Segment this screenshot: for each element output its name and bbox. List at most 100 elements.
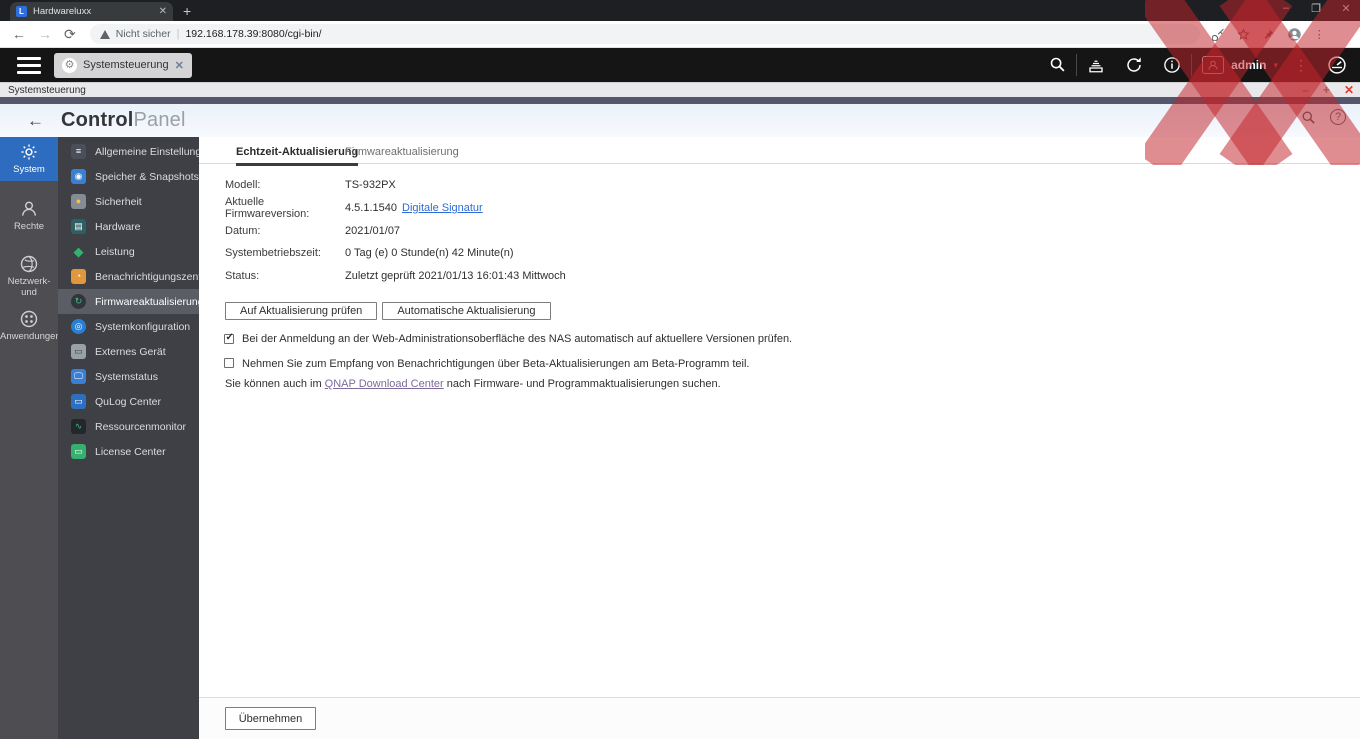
menu-item-externes-geraet[interactable]: ▭ Externes Gerät xyxy=(58,339,199,364)
main-panel: Echtzeit-Aktualisierung Firmwareaktualis… xyxy=(199,137,1360,739)
download-center-note: Sie können auch im QNAP Download Center … xyxy=(225,378,721,390)
content-tabs: Echtzeit-Aktualisierung Firmwareaktualis… xyxy=(199,146,1360,166)
key-icon[interactable] xyxy=(1211,28,1225,41)
more-options-icon[interactable]: ⋮ xyxy=(1288,57,1314,74)
field-row-uptime: Systembetriebszeit: 0 Tag (e) 0 Stunde(n… xyxy=(225,242,566,265)
auto-update-button[interactable]: Automatische Aktualisierung xyxy=(382,302,551,320)
gear-icon: ⚙ xyxy=(62,57,77,73)
category-rail: System Rechte Netzwerk- und Anwendungen xyxy=(0,137,61,739)
qnap-download-center-link[interactable]: QNAP Download Center xyxy=(325,378,444,390)
window-minimize-button[interactable]: – xyxy=(1302,83,1309,97)
qnap-tab-label: Systemsteuerung xyxy=(83,59,169,71)
not-secure-warning-icon xyxy=(99,29,110,39)
firmware-value: 4.5.1.1540 xyxy=(345,202,397,215)
menu-item-hardware[interactable]: ▤ Hardware xyxy=(58,214,199,239)
profile-avatar-icon[interactable] xyxy=(1287,27,1302,42)
apps-grid-icon xyxy=(20,310,38,328)
menu-item-systemkonfiguration[interactable]: ◎ Systemkonfiguration xyxy=(58,314,199,339)
firmware-label: Aktuelle Firmwareversion: xyxy=(225,196,310,221)
url-text[interactable]: 192.168.178.39:8080/cgi-bin/ xyxy=(185,28,321,40)
screen: L Hardwareluxx ✕ + – ❐ ✕ ← → ⟳ Nicht sic… xyxy=(0,0,1360,739)
check-update-button[interactable]: Auf Aktualisierung prüfen xyxy=(225,302,378,320)
rail-item-rechte[interactable]: Rechte xyxy=(0,194,58,240)
menu-item-qulog-center[interactable]: ▭ QuLog Center xyxy=(58,389,199,414)
user-menu[interactable]: admin ▾ xyxy=(1192,56,1288,74)
browser-tab[interactable]: L Hardwareluxx ✕ xyxy=(10,2,173,21)
dashboard-gauge-icon[interactable] xyxy=(1314,55,1360,75)
user-icon xyxy=(22,201,36,216)
system-config-icon: ◎ xyxy=(71,319,86,334)
tab-close-icon[interactable]: ✕ xyxy=(159,6,167,17)
field-row-model: Modell: TS-932PX xyxy=(225,174,566,197)
controlpanel-header: ← ControlPanel ? xyxy=(0,104,1360,137)
menu-item-benachrichtigungszentrum[interactable]: ◔Benachrichtigungszentru... xyxy=(58,264,199,289)
beta-program-label: Nehmen Sie zum Empfang von Benachrichtig… xyxy=(242,357,750,370)
reload-button[interactable]: ⟳ xyxy=(64,26,76,43)
rail-item-netzwerk[interactable]: Netzwerk- und xyxy=(0,249,58,301)
back-button[interactable]: ← xyxy=(12,26,26,42)
qnap-tab-close-icon[interactable]: ✕ xyxy=(175,59,184,72)
menu-item-firmwareaktualisierung[interactable]: ↻ Firmwareaktualisierung xyxy=(58,289,199,314)
forward-button[interactable]: → xyxy=(38,26,52,42)
security-lock-icon: ● xyxy=(71,194,86,209)
field-row-status: Status: Zuletzt geprüft 2021/01/13 16:01… xyxy=(225,265,566,288)
browser-close-button[interactable]: ✕ xyxy=(1340,2,1352,15)
general-settings-icon: ≡ xyxy=(71,144,86,159)
auto-check-checkbox[interactable] xyxy=(224,332,234,344)
beta-program-checkbox[interactable] xyxy=(224,358,234,368)
update-options: Bei der Anmeldung an der Web-Administrat… xyxy=(224,332,792,382)
browser-restore-button[interactable]: ❐ xyxy=(1310,2,1322,15)
apply-button[interactable]: Übernehmen xyxy=(225,707,316,730)
menu-item-ressourcenmonitor[interactable]: ∿ Ressourcenmonitor xyxy=(58,414,199,439)
menu-item-leistung[interactable]: ◆ Leistung xyxy=(58,239,199,264)
hardware-chip-icon: ▤ xyxy=(71,219,86,234)
browser-minimize-button[interactable]: – xyxy=(1280,2,1292,15)
not-secure-label[interactable]: Nicht sicher xyxy=(116,28,171,40)
extension-pin-icon[interactable] xyxy=(1262,28,1275,41)
rail-item-system[interactable]: System xyxy=(0,137,58,181)
digital-signature-link[interactable]: Digitale Signatur xyxy=(402,202,483,214)
window-maximize-button[interactable]: + xyxy=(1323,83,1330,97)
panel-search-icon[interactable] xyxy=(1301,110,1316,125)
sync-icon[interactable] xyxy=(1115,56,1153,74)
field-row-date: Datum: 2021/01/07 xyxy=(225,219,566,242)
menu-item-allgemeine-einstellungen[interactable]: ≡Allgemeine Einstellungen xyxy=(58,139,199,164)
menu-item-systemstatus[interactable]: 🖵 Systemstatus xyxy=(58,364,199,389)
menu-item-sicherheit[interactable]: ● Sicherheit xyxy=(58,189,199,214)
chevron-down-icon: ▾ xyxy=(1273,59,1278,70)
auto-check-option: Bei der Anmeldung an der Web-Administrat… xyxy=(224,332,792,345)
status-value: Zuletzt geprüft 2021/01/13 16:01:43 Mitt… xyxy=(345,270,566,283)
resource-monitor-icon: ∿ xyxy=(71,419,86,434)
main-menu-icon[interactable] xyxy=(17,56,41,74)
system-status-icon: 🖵 xyxy=(71,369,86,384)
background-tasks-icon[interactable] xyxy=(1077,56,1115,74)
performance-icon: ◆ xyxy=(73,244,84,259)
status-label: Status: xyxy=(225,270,260,283)
date-label: Datum: xyxy=(225,224,261,237)
bookmark-star-icon[interactable] xyxy=(1237,27,1250,41)
window-titlebar[interactable]: Systemsteuerung – + ✕ xyxy=(0,82,1360,97)
search-icon[interactable] xyxy=(1038,56,1076,74)
new-tab-button[interactable]: + xyxy=(183,3,191,19)
external-device-icon: ▭ xyxy=(71,344,86,359)
tab-firmwareaktualisierung[interactable]: Firmwareaktualisierung xyxy=(345,146,459,163)
model-label: Modell: xyxy=(225,179,261,192)
menu-item-license-center[interactable]: ▭ License Center xyxy=(58,439,199,464)
tab-echtzeit-aktualisierung[interactable]: Echtzeit-Aktualisierung xyxy=(236,146,359,166)
help-icon[interactable]: ? xyxy=(1330,109,1346,125)
address-bar[interactable]: Nicht sicher | 192.168.178.39:8080/cgi-b… xyxy=(89,24,1200,44)
page-title: ControlPanel xyxy=(61,109,186,131)
favicon-icon: L xyxy=(16,6,27,17)
settings-menu: ≡Allgemeine Einstellungen ◉Speicher & Sn… xyxy=(58,137,199,739)
browser-tab-title: Hardwareluxx xyxy=(33,6,92,17)
notification-icon: ◔ xyxy=(71,269,86,284)
back-arrow-icon[interactable]: ← xyxy=(27,111,44,131)
menu-item-speicher-snapshots[interactable]: ◉ Speicher & Snapshots xyxy=(58,164,199,189)
qnap-topbar: ⚙ Systemsteuerung ✕ admin ▾ ⋮ xyxy=(0,48,1360,82)
window-close-button[interactable]: ✕ xyxy=(1344,83,1354,97)
browser-tabbar: L Hardwareluxx ✕ + – ❐ ✕ xyxy=(0,0,1360,21)
browser-menu-icon[interactable]: ⋮ xyxy=(1314,28,1325,41)
systemsteuerung-tab[interactable]: ⚙ Systemsteuerung ✕ xyxy=(54,52,192,78)
rail-item-anwendungen[interactable]: Anwendungen xyxy=(0,304,61,354)
info-icon[interactable] xyxy=(1153,56,1191,74)
